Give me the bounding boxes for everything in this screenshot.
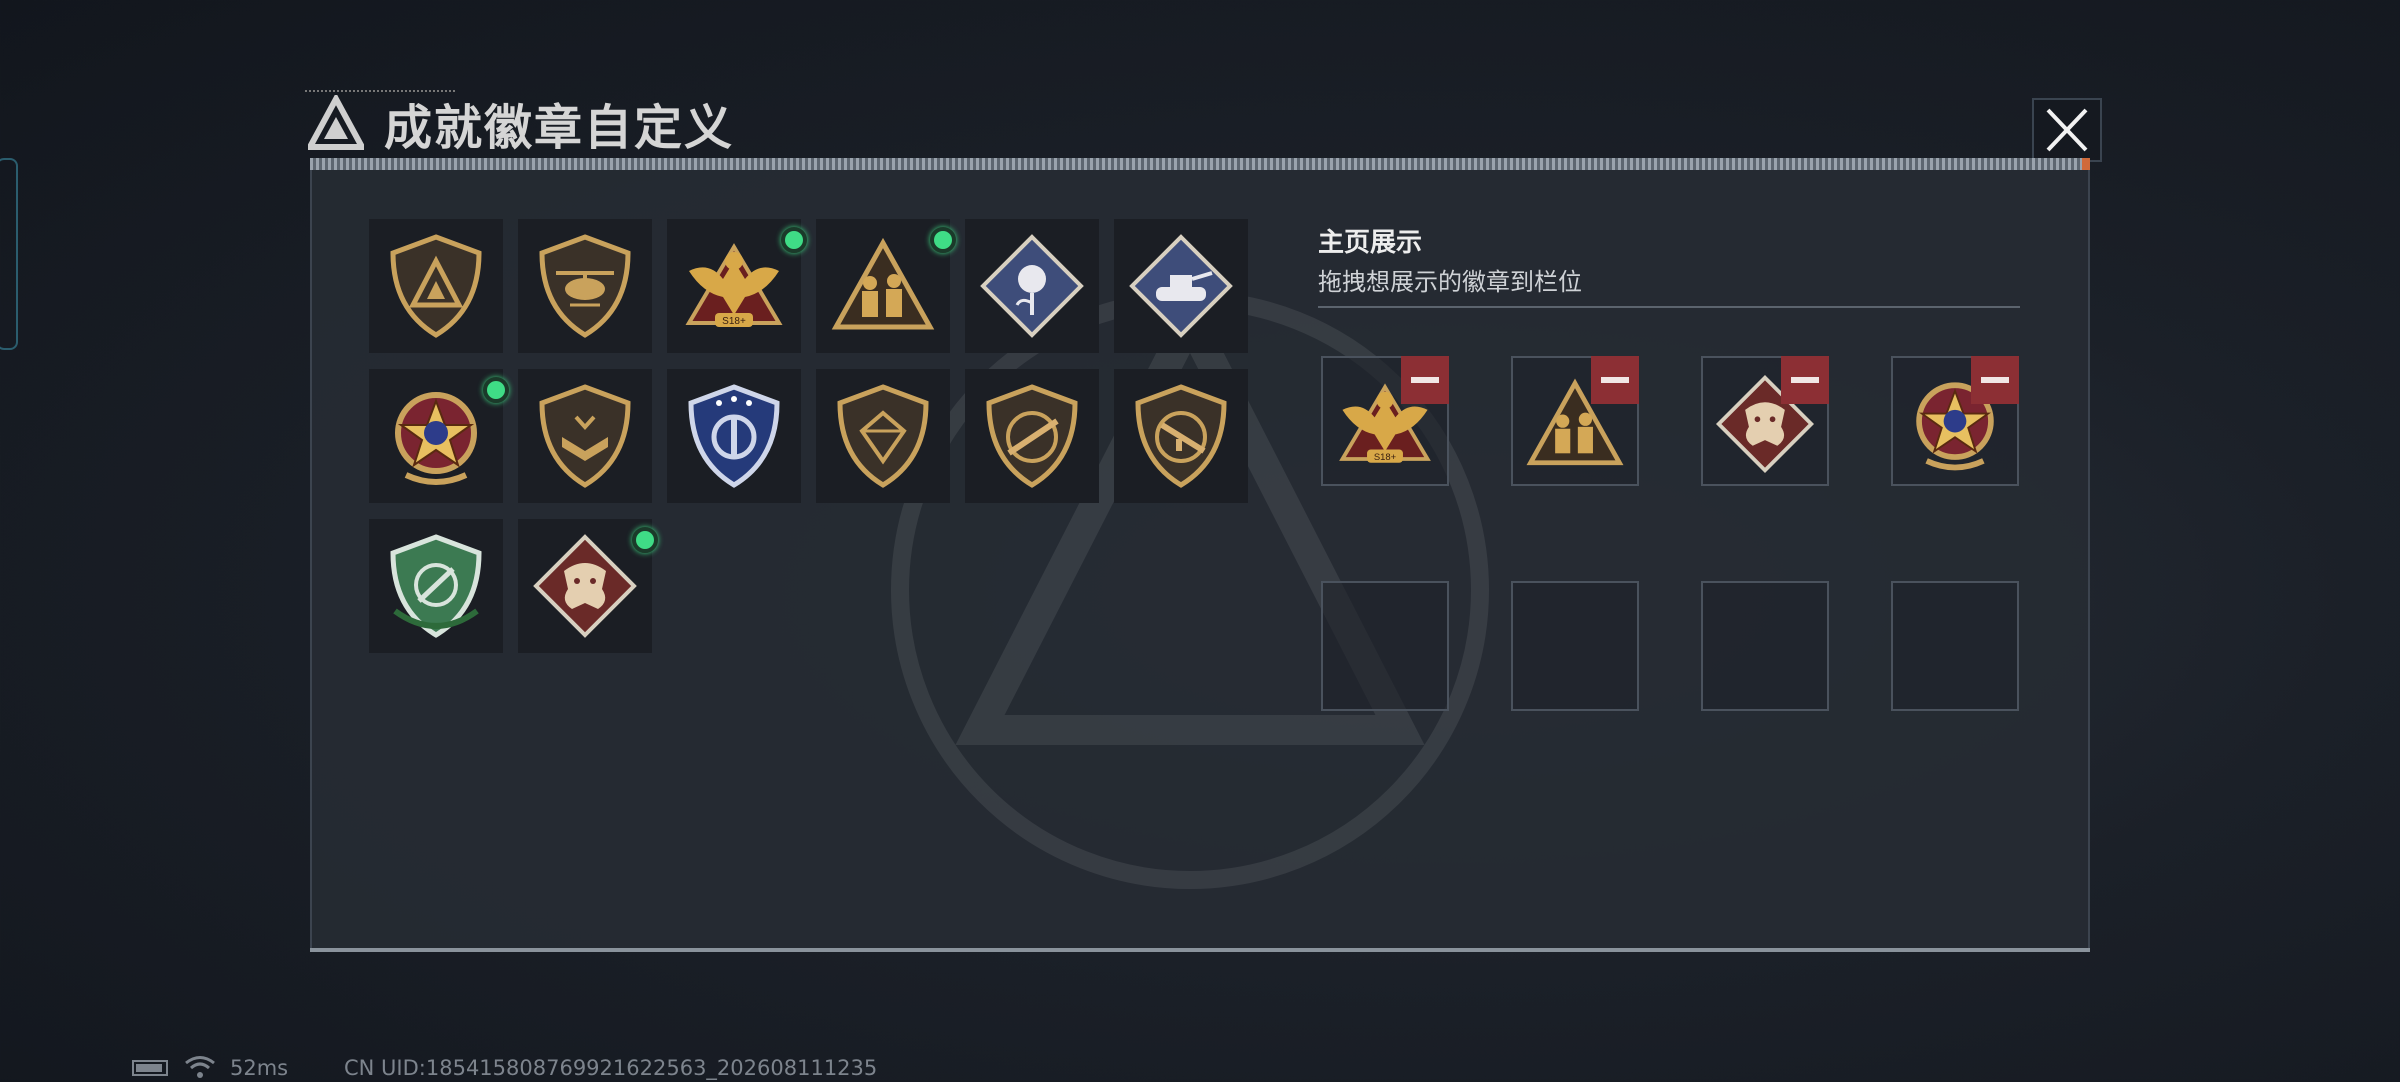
battery-icon xyxy=(132,1060,168,1076)
badge-cell[interactable] xyxy=(518,519,658,653)
remove-badge-button[interactable] xyxy=(1591,356,1639,404)
new-indicator-dot xyxy=(483,377,509,403)
showcase-heading: 主页展示 xyxy=(1318,228,1423,258)
showcase-slot-empty[interactable] xyxy=(1321,581,1449,711)
eagle-518-badge-icon: S18+ xyxy=(685,243,783,327)
badge-cell[interactable] xyxy=(1114,369,1248,503)
ping-readout: 52ms xyxy=(230,1056,289,1080)
panel-top-border xyxy=(310,158,2090,170)
badge-cell[interactable] xyxy=(369,369,509,503)
game-logo-icon xyxy=(308,95,364,150)
page-title: 成就徽章自定义 xyxy=(384,100,735,156)
badge-cell[interactable] xyxy=(1114,219,1248,353)
remove-badge-button[interactable] xyxy=(1971,356,2019,404)
panel-bottom-border xyxy=(310,948,2090,952)
badge-cell[interactable] xyxy=(518,219,652,353)
rifle-shield-badge-icon xyxy=(986,384,1078,488)
new-indicator-dot xyxy=(781,227,807,253)
rose-diamond-badge-icon xyxy=(980,234,1084,338)
badge-cell[interactable] xyxy=(369,519,503,653)
badge-cell[interactable] xyxy=(965,369,1099,503)
side-drawer-tab[interactable] xyxy=(0,158,18,350)
showcase-instructions: 拖拽想展示的徽章到栏位 xyxy=(1318,268,1582,296)
blue-stars-shield-badge-icon xyxy=(688,384,780,488)
showcase-slot-filled[interactable] xyxy=(1511,356,1639,486)
green-target-shield-badge-icon xyxy=(390,534,482,638)
triangle-shield-badge-icon xyxy=(390,234,482,338)
gem-shield-badge-icon xyxy=(837,384,929,488)
close-button[interactable] xyxy=(2032,98,2102,162)
star-medal-badge-icon xyxy=(395,392,477,485)
badge-cell[interactable]: S18+ xyxy=(667,219,807,353)
smg-shield-badge-icon xyxy=(1135,384,1227,488)
helicopter-badge-icon xyxy=(539,234,631,338)
showcase-slot-filled[interactable]: S18+ xyxy=(1321,356,1449,486)
wifi-icon xyxy=(185,1056,215,1078)
badge-cell[interactable] xyxy=(816,369,950,503)
new-indicator-dot xyxy=(930,227,956,253)
badge-cell[interactable] xyxy=(816,219,956,353)
dialog-header: 成就徽章自定义 xyxy=(308,92,734,156)
new-indicator-dot xyxy=(632,527,658,553)
showcase-slot-filled[interactable] xyxy=(1891,356,2019,486)
badge-cell[interactable] xyxy=(667,369,801,503)
soldiers-triangle-badge-icon xyxy=(831,237,935,330)
chevron-shield-badge-icon xyxy=(539,384,631,488)
showcase-divider xyxy=(1318,306,2020,308)
badge-cell[interactable] xyxy=(965,219,1099,353)
uid-readout: CN UID:18541580876992162​2563_2026081112… xyxy=(344,1056,878,1080)
showcase-slot-empty[interactable] xyxy=(1511,581,1639,711)
tank-diamond-badge-icon xyxy=(1129,234,1233,338)
badge-cell[interactable] xyxy=(369,219,503,353)
showcase-slot-empty[interactable] xyxy=(1891,581,2019,711)
close-icon xyxy=(2046,108,2088,152)
showcase-slot-empty[interactable] xyxy=(1701,581,1829,711)
dragon-diamond-badge-icon xyxy=(533,534,637,638)
remove-badge-button[interactable] xyxy=(1781,356,1829,404)
badge-cell[interactable] xyxy=(518,369,652,503)
remove-badge-button[interactable] xyxy=(1401,356,1449,404)
showcase-slot-filled[interactable] xyxy=(1701,356,1829,486)
svg-text:S18+: S18+ xyxy=(1374,452,1397,463)
svg-text:S18+: S18+ xyxy=(722,316,746,327)
